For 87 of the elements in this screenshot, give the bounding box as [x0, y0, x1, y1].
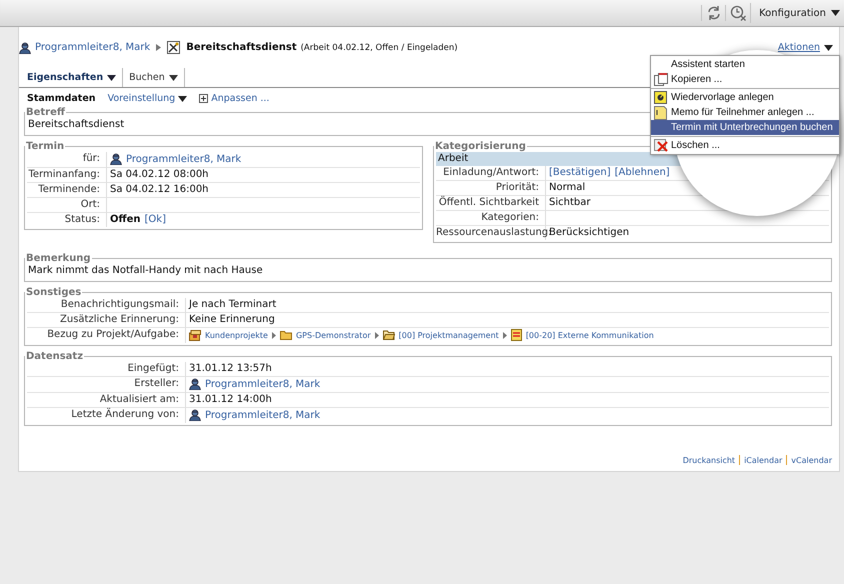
field-label: Ersteller: [27, 377, 186, 393]
section-title: Bemerkung [25, 253, 92, 264]
field-value: Sichtbar [549, 197, 590, 208]
subject-text: Bereitschaftsdienst [27, 118, 126, 132]
field-label: Benachrichtigungsmail: [27, 298, 186, 313]
actions-menu-button[interactable]: Aktionen [778, 42, 833, 53]
caret-icon [107, 74, 116, 80]
field-label: Terminanfang: [27, 168, 107, 183]
action-link[interactable]: [Ablehnen] [614, 167, 670, 178]
field-value: Berücksichtigen [549, 227, 630, 238]
field-label: Öffentl. Sichtbarkeit [436, 196, 546, 211]
field-label: Kategorien: [436, 211, 546, 226]
path-link[interactable]: [00-20] Externe Kommunikation [510, 329, 654, 341]
folder-icon [280, 330, 292, 340]
action-link[interactable]: [Ok] [144, 214, 166, 225]
menu-item[interactable]: Kopieren ... [651, 72, 839, 87]
person-icon [19, 42, 31, 54]
chevron-icon [272, 332, 276, 338]
person-icon [110, 153, 122, 165]
copy-icon [654, 73, 668, 86]
clock-cancel-icon [725, 5, 748, 21]
footer-link[interactable]: vCalendar [791, 456, 832, 464]
task-folder-icon [510, 329, 522, 341]
delete-icon [654, 139, 668, 152]
person-icon [189, 378, 201, 390]
menu-item[interactable]: Termin mit Unterbrechungen buchen [651, 120, 839, 135]
field-value: Keine Erinnerung [189, 314, 275, 325]
field-label: Terminende: [27, 183, 107, 198]
folder-stack-icon [189, 330, 201, 340]
path-link[interactable]: Kundenprojekte [189, 330, 268, 340]
field-value: Normal [549, 182, 586, 193]
field-value: 31.01.12 13:57h [189, 363, 272, 374]
person-link[interactable]: Programmleiter8, Mark [110, 153, 242, 165]
section-title: Termin [25, 141, 66, 152]
field-label: Zusätzliche Erinnerung: [27, 313, 186, 328]
refresh-icon [701, 5, 722, 21]
path-link[interactable]: [00] Projektmanagement [382, 330, 499, 340]
caret-icon [831, 10, 840, 16]
field-label: Priorität: [436, 181, 546, 196]
chevron-icon [502, 332, 507, 338]
field-value: Sa 04.02.12 16:00h [110, 184, 209, 195]
footer-link[interactable]: iCalendar [744, 456, 782, 464]
menu-item[interactable]: Memo für Teilnehmer anlegen ... [651, 105, 839, 120]
section-title: Kategorisierung [434, 141, 527, 152]
caret-icon [168, 74, 178, 80]
configuration-menu[interactable]: Konfiguration [750, 3, 840, 23]
section-title: Betreff [25, 107, 66, 118]
chevron-icon [156, 44, 162, 51]
tab[interactable]: Buchen [123, 68, 185, 87]
chevron-icon [374, 332, 379, 338]
subtab[interactable]: Anpassen ... [199, 93, 270, 104]
person-icon [189, 409, 201, 421]
plus-box-icon [199, 94, 208, 103]
person-link[interactable]: Programmleiter8, Mark [189, 409, 320, 421]
field-label: Letzte Änderung von: [27, 408, 186, 423]
record-title: Bereitschaftsdienst [186, 42, 297, 53]
field-label: Ort: [27, 198, 107, 213]
footer-link[interactable]: Druckansicht [682, 456, 736, 464]
field-label: für: [27, 152, 107, 168]
person-link[interactable]: Programmleiter8, Mark [189, 378, 320, 390]
person-link[interactable]: Programmleiter8, Mark [19, 42, 150, 54]
field-label: Einladung/Antwort: [436, 166, 546, 181]
field-label: Bezug zu Projekt/Aufgabe: [27, 328, 186, 343]
menu-item[interactable]: Löschen ... [651, 138, 839, 153]
subtab[interactable]: Stammdaten [27, 93, 96, 104]
action-link[interactable]: [Bestätigen] [549, 167, 611, 178]
field-value: Je nach Terminart [189, 299, 276, 310]
path-link[interactable]: GPS-Demonstrator [280, 330, 371, 340]
menu-item[interactable]: Assistent starten [651, 57, 839, 72]
resubmit-icon [654, 91, 667, 104]
section-title: Datensatz [25, 351, 84, 362]
tools-icon [167, 41, 180, 54]
field-label: Status: [27, 213, 107, 227]
tab[interactable]: Eigenschaften [21, 68, 124, 87]
subtab[interactable]: Voreinstellung [108, 93, 188, 104]
menu-item[interactable]: Wiedervorlage anlegen [651, 90, 839, 105]
section-title: Sonstiges [25, 287, 82, 298]
field-value: Sa 04.02.12 08:00h [110, 169, 209, 180]
status-value: Offen [110, 214, 141, 225]
field-value: 31.01.12 14:00h [189, 394, 272, 405]
field-label: Aktualisiert am: [27, 393, 186, 408]
field-label: Eingefügt: [27, 362, 186, 377]
folder-icon [382, 330, 395, 340]
caret-icon [178, 96, 188, 102]
note-icon [654, 106, 667, 120]
record-details: (Arbeit 04.02.12, Offen / Eingeladen) [300, 42, 458, 52]
remark-text: Mark nimmt das Notfall-Handy mit nach Hause [27, 264, 264, 278]
